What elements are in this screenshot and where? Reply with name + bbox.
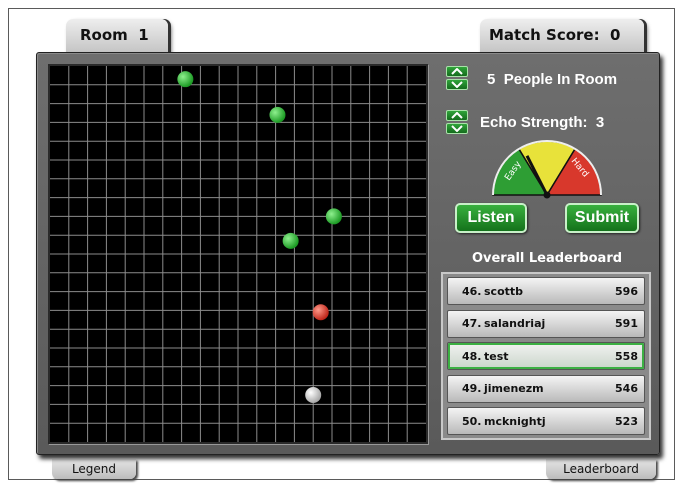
leaderboard-rank: 50. (462, 414, 482, 428)
leaderboard-name: salandriaj (484, 317, 546, 330)
person-marker[interactable] (282, 232, 299, 249)
leaderboard-score: 523 (615, 414, 638, 428)
legend-tab[interactable]: Legend (52, 459, 136, 479)
match-score-label: Match Score: (489, 26, 600, 44)
room-grid[interactable] (48, 64, 428, 444)
echo-spinner (446, 110, 468, 134)
leaderboard-name: jimenezm (484, 382, 544, 395)
match-score-value: 0 (610, 26, 621, 44)
leaderboard-rank: 48. (462, 349, 482, 363)
leaderboard-title: Overall Leaderboard (471, 251, 623, 266)
chevron-up-icon (451, 112, 463, 119)
leaderboard-row: 47. salandriaj 591 (447, 309, 645, 338)
leaderboard-row: 46. scottb 596 (447, 277, 645, 305)
chevron-down-icon (451, 81, 463, 88)
leaderboard-rank: 49. (462, 382, 482, 395)
people-count: 5 (487, 71, 496, 88)
echo-label: Echo Strength: (480, 114, 588, 131)
people-up-button[interactable] (446, 66, 468, 77)
leaderboard-score: 546 (615, 382, 638, 395)
room-number: 1 (138, 26, 149, 44)
gauge-pivot (543, 191, 551, 199)
leaderboard-name: mcknightj (484, 414, 546, 428)
echo-down-button[interactable] (446, 123, 468, 134)
echo-up-button[interactable] (446, 110, 468, 121)
people-in-room-text: 5 People In Room (487, 71, 617, 88)
leaderboard-list: 46. scottb 596 47. salandriaj 591 48. te… (441, 272, 651, 440)
chevron-up-icon (451, 68, 463, 75)
leaderboard-row: 50. mcknightj 523 (447, 407, 645, 435)
leaderboard-tab[interactable]: Leaderboard (546, 459, 656, 479)
selected-person-marker[interactable] (312, 304, 329, 321)
match-score-tab: Match Score: 0 (480, 19, 644, 53)
submit-button[interactable]: Submit (565, 203, 639, 233)
person-marker[interactable] (269, 106, 286, 123)
leaderboard-name: scottb (484, 284, 524, 298)
leaderboard-name: test (484, 349, 509, 363)
leaderboard-score: 558 (615, 349, 638, 363)
leaderboard-rank: 47. (462, 317, 482, 330)
leaderboard-score: 596 (615, 284, 638, 298)
leaderboard-score: 591 (615, 317, 638, 330)
main-panel: 5 People In Room Echo Strength: 3 Easy H… (36, 52, 660, 455)
people-down-button[interactable] (446, 79, 468, 90)
chevron-down-icon (451, 125, 463, 132)
leaderboard-rank: 46. (462, 284, 482, 298)
person-marker[interactable] (325, 208, 342, 225)
leaderboard-row: 49. jimenezm 546 (447, 374, 645, 403)
room-label: Room (80, 26, 128, 44)
people-spinner (446, 66, 468, 90)
room-tab: Room 1 (66, 19, 168, 53)
listener-marker[interactable] (305, 387, 322, 403)
difficulty-gauge: Easy Hard (492, 140, 602, 199)
listen-button[interactable]: Listen (455, 203, 527, 233)
people-label: People In Room (503, 71, 618, 88)
room-grid-canvas[interactable] (50, 66, 426, 442)
leaderboard-row: 48. test 558 (447, 342, 645, 370)
echo-strength-text: Echo Strength: 3 (480, 114, 604, 131)
person-marker[interactable] (177, 71, 194, 88)
echo-value: 3 (595, 114, 605, 131)
